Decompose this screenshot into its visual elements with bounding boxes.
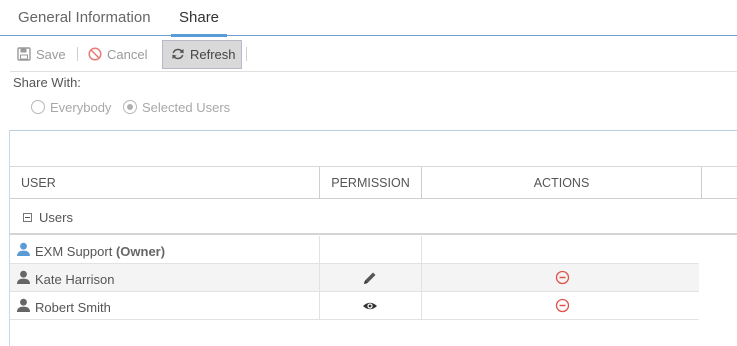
cancel-icon [88,47,102,61]
share-with-label: Share With: [13,75,81,90]
user-name: Robert Smith [35,300,111,315]
toolbar-separator [77,47,78,61]
tab-bar: General Information Share [0,0,737,37]
refresh-icon [172,48,184,60]
refresh-button[interactable]: Refresh [162,40,242,69]
save-button[interactable]: Save [17,40,73,69]
actions-cell [422,236,699,264]
remove-circle-icon[interactable] [555,270,570,285]
table-row[interactable]: Robert Smith [10,292,699,320]
toolbar-separator [246,47,247,61]
grid-toolbar-area [10,131,737,167]
grid-header: USER PERMISSION ACTIONS [10,167,737,199]
user-name: Kate Harrison [35,272,115,287]
users-grid: USER PERMISSION ACTIONS Users EXM Suppor… [9,130,737,346]
save-label: Save [36,47,66,62]
pencil-icon[interactable] [362,270,378,286]
user-name: EXM Support (Owner) [35,244,166,259]
permission-cell [320,236,422,264]
user-icon [17,242,30,256]
column-header-user[interactable]: USER [10,167,320,199]
column-header-permission[interactable]: PERMISSION [320,167,422,199]
tab-general-information[interactable]: General Information [10,0,159,36]
radio-circle-selected [123,100,137,114]
permission-cell [320,292,422,320]
table-row[interactable]: Kate Harrison [10,264,699,292]
cancel-button[interactable]: Cancel [88,40,156,69]
eye-icon[interactable] [362,298,378,314]
user-cell: EXM Support (Owner) [10,236,320,264]
radio-label: Everybody [50,100,112,115]
tab-share[interactable]: Share [171,0,228,37]
user-cell: Robert Smith [10,292,320,320]
actions-cell [422,264,699,292]
collapse-group-icon[interactable] [23,213,32,222]
user-icon [17,270,30,284]
owner-tag: (Owner) [115,244,166,259]
permission-cell [320,264,422,292]
refresh-label: Refresh [190,47,236,62]
table-row[interactable]: EXM Support (Owner) [10,236,699,264]
group-label: Users [39,210,73,225]
actions-cell [422,292,699,320]
remove-circle-icon[interactable] [555,298,570,313]
cancel-label: Cancel [107,47,148,62]
column-header-actions[interactable]: ACTIONS [422,167,702,199]
floppy-disk-icon [17,47,31,61]
user-icon [17,298,30,312]
group-row-users: Users [10,200,737,235]
toolbar: Save Cancel Refresh [10,37,737,72]
radio-circle [31,100,45,114]
user-cell: Kate Harrison [10,264,320,292]
radio-label: Selected Users [142,100,231,115]
